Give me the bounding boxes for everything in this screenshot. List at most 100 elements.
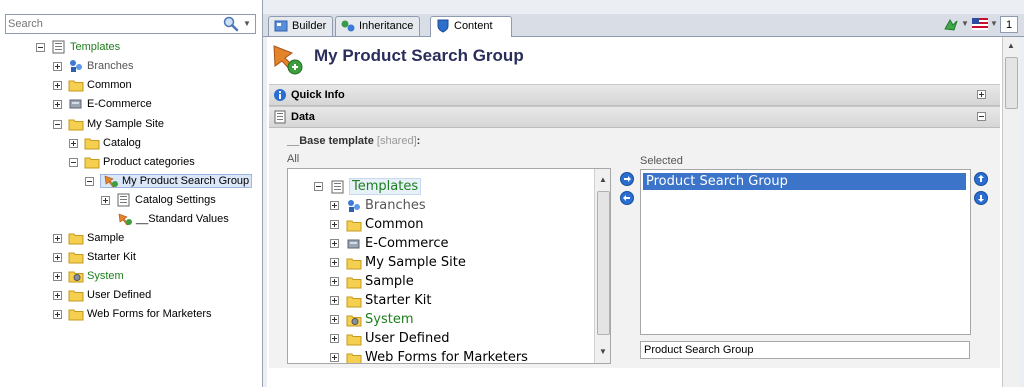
scroll-up-icon[interactable]: ▲ [599, 175, 607, 184]
tree-node-label: E-Commerce [365, 236, 449, 251]
tree-node[interactable]: Starter Kit [330, 291, 431, 310]
collapse-icon[interactable] [69, 157, 78, 167]
tree-node[interactable]: My Sample Site [53, 115, 164, 133]
language-flag-icon[interactable] [972, 18, 988, 30]
search-input[interactable] [8, 17, 208, 31]
tree-node[interactable]: Sample [330, 272, 414, 291]
expand-icon[interactable] [330, 277, 339, 286]
expand-icon[interactable] [53, 252, 62, 262]
expand-icon[interactable] [330, 239, 339, 248]
all-items-tree[interactable]: Templates Branches Common E-Commerce My … [287, 168, 611, 364]
tree-node[interactable]: Starter Kit [53, 248, 136, 266]
tree-node[interactable]: Catalog Settings [101, 191, 216, 209]
tree-node[interactable]: E-Commerce [53, 95, 152, 113]
folder-icon [68, 252, 84, 264]
tree-node[interactable]: My Sample Site [330, 253, 466, 272]
validation-icon[interactable] [943, 17, 959, 33]
move-up-button[interactable] [974, 172, 988, 186]
expand-icon[interactable] [330, 220, 339, 229]
tree-node[interactable]: Product categories [69, 153, 195, 171]
expand-icon[interactable] [53, 99, 62, 109]
expand-icon[interactable] [330, 201, 339, 210]
chevron-down-icon[interactable]: ▼ [990, 19, 998, 28]
tree-node[interactable]: Common [53, 76, 132, 94]
tree-node[interactable]: System [53, 267, 124, 285]
collapse-icon[interactable] [314, 182, 323, 191]
chevron-down-icon[interactable]: ▼ [243, 18, 253, 30]
add-item-button[interactable] [620, 172, 634, 186]
expand-icon[interactable] [330, 353, 339, 362]
tab-content[interactable]: Content [430, 16, 512, 38]
expand-icon[interactable] [330, 296, 339, 305]
tree-node-label: Templates [349, 178, 422, 195]
expand-icon[interactable] [53, 233, 62, 243]
search-icon[interactable] [222, 16, 240, 32]
section-title: Quick Info [291, 89, 345, 101]
builder-icon [274, 20, 288, 32]
system-folder-icon [346, 315, 362, 326]
ecommerce-icon [347, 239, 360, 248]
folder-icon [68, 233, 84, 245]
move-down-button[interactable] [974, 191, 988, 205]
selected-items-list[interactable]: Product Search Group [640, 169, 971, 335]
section-quick-info[interactable]: Quick Info [269, 84, 1000, 106]
remove-item-button[interactable] [620, 191, 634, 205]
tree-node[interactable]: User Defined [53, 286, 151, 304]
folder-icon [346, 258, 362, 269]
tree-node-selected[interactable]: My Product Search Group [85, 172, 253, 190]
chevron-down-icon[interactable]: ▼ [961, 19, 969, 28]
tree-node[interactable]: Branches [330, 196, 426, 215]
tree-node[interactable]: User Defined [330, 329, 449, 348]
expand-icon[interactable] [53, 290, 62, 300]
item-icon [273, 45, 303, 75]
tree-node[interactable]: __Standard Values [117, 210, 229, 228]
tree-node-templates[interactable]: Templates [314, 177, 422, 196]
expand-icon[interactable] [101, 195, 110, 205]
scrollbar[interactable]: ▲ ▼ [594, 169, 610, 363]
selected-node-highlight[interactable]: My Product Search Group [100, 174, 253, 188]
tree-node-label: Product categories [103, 156, 195, 169]
tree-node-label: My Product Search Group [122, 175, 250, 188]
section-title: Data [291, 111, 315, 123]
all-label: All [287, 153, 300, 165]
section-data[interactable]: Data [269, 106, 1000, 128]
collapse-icon[interactable] [53, 119, 62, 129]
tree-node-templates[interactable]: Templates [36, 38, 120, 56]
tree-node[interactable]: Sample [53, 229, 124, 247]
expand-icon[interactable] [977, 90, 986, 99]
expand-icon[interactable] [53, 271, 62, 281]
tree-node[interactable]: Common [330, 215, 424, 234]
tab-label: Inheritance [359, 20, 414, 32]
tree-node[interactable]: Web Forms for Marketers [330, 348, 528, 363]
scrollbar-thumb[interactable] [1005, 57, 1018, 109]
expand-icon[interactable] [330, 334, 339, 343]
tree-node[interactable]: System [330, 310, 413, 329]
tree-node[interactable]: E-Commerce [330, 234, 448, 253]
tab-builder[interactable]: Builder [268, 16, 334, 36]
folder-icon [346, 353, 362, 363]
expand-icon[interactable] [53, 61, 62, 71]
main-scrollbar[interactable]: ▲ [1002, 37, 1020, 387]
scrollbar-thumb[interactable] [597, 191, 610, 335]
version-selector[interactable]: 1 [1000, 16, 1018, 33]
collapse-icon[interactable] [36, 42, 45, 52]
scroll-down-icon[interactable]: ▼ [599, 347, 607, 356]
selected-item-textbox[interactable]: Product Search Group [640, 341, 970, 359]
expand-icon[interactable] [330, 258, 339, 267]
tree-node[interactable]: Branches [53, 57, 133, 75]
collapse-icon[interactable] [85, 176, 94, 186]
scroll-up-icon[interactable]: ▲ [1007, 41, 1015, 50]
selected-list-item[interactable]: Product Search Group [643, 173, 966, 190]
expand-icon[interactable] [330, 315, 339, 324]
tab-inheritance[interactable]: Inheritance [335, 16, 421, 36]
collapse-icon[interactable] [977, 112, 986, 121]
tree-node[interactable]: Catalog [69, 134, 141, 152]
tree-node[interactable]: Web Forms for Marketers [53, 305, 212, 323]
expand-icon[interactable] [53, 80, 62, 90]
expand-icon[interactable] [53, 309, 62, 319]
shared-tag: [shared] [376, 135, 417, 147]
ecommerce-icon [69, 99, 82, 109]
tab-label: Builder [292, 20, 327, 32]
search-box[interactable]: ▼ [5, 14, 256, 34]
expand-icon[interactable] [69, 138, 78, 148]
